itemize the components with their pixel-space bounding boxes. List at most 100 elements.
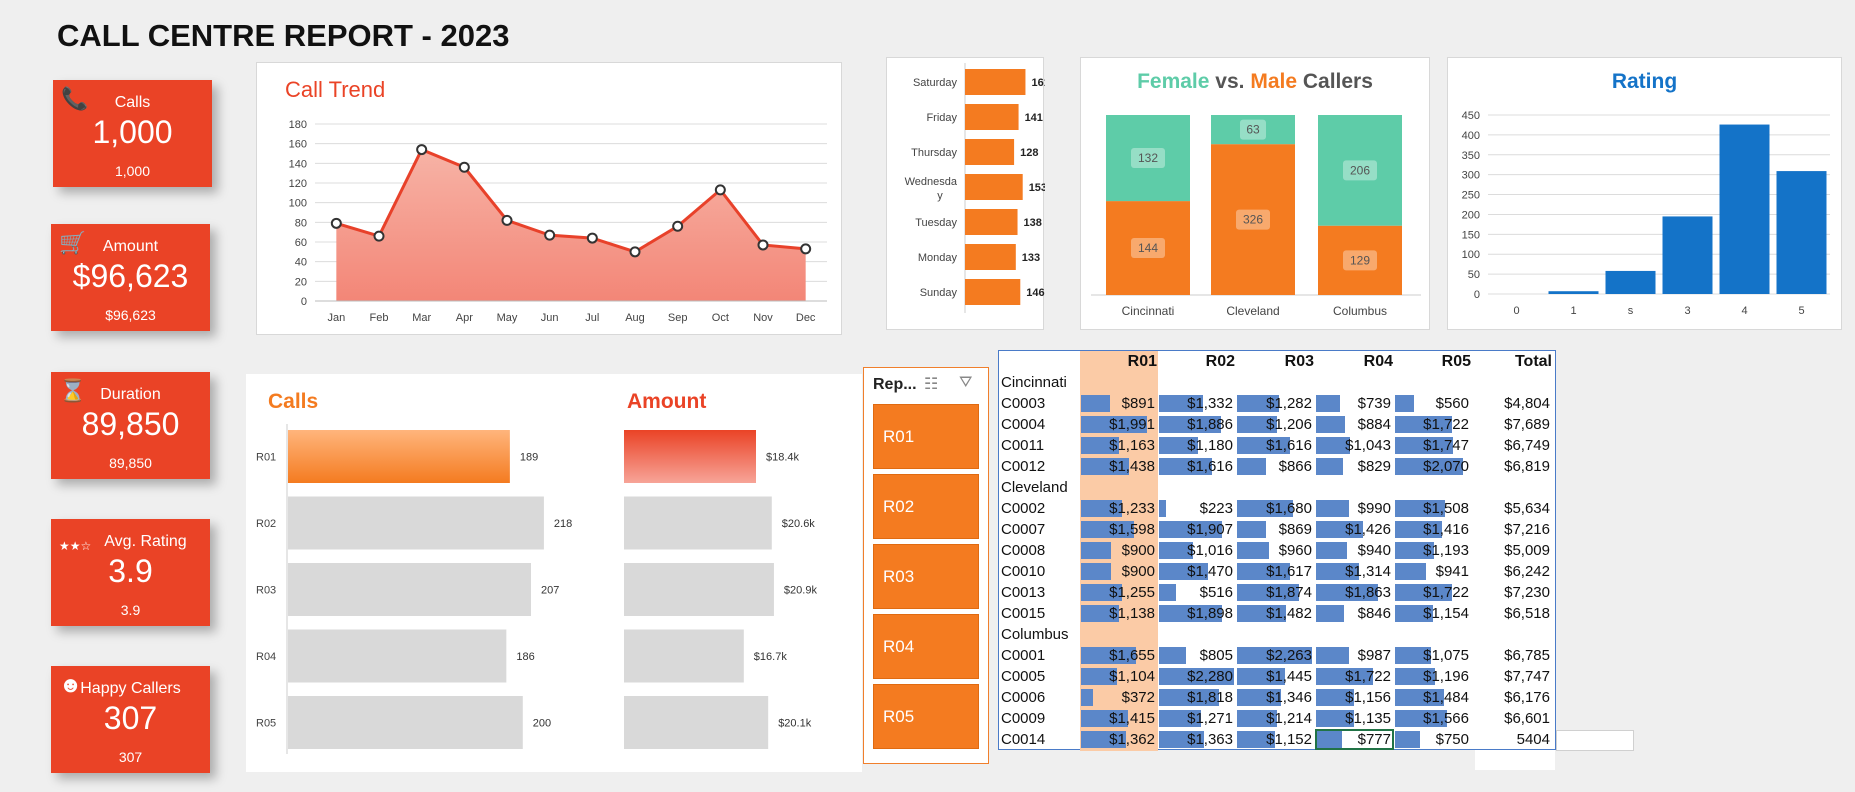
pivot-row-label[interactable]: C0005 <box>1001 666 1045 687</box>
pivot-cell[interactable]: $1,470 <box>1159 561 1233 582</box>
pivot-cell[interactable]: $1,016 <box>1159 540 1233 561</box>
pivot-row-label[interactable]: C0001 <box>1001 645 1045 666</box>
pivot-cell[interactable]: $869 <box>1238 519 1312 540</box>
pivot-total-cell[interactable]: $6,176 <box>1476 687 1550 708</box>
pivot-cell[interactable]: $866 <box>1238 456 1312 477</box>
pivot-cell[interactable]: $1,346 <box>1238 687 1312 708</box>
pivot-cell[interactable]: $1,043 <box>1317 435 1391 456</box>
pivot-cell[interactable]: $1,722 <box>1317 666 1391 687</box>
pivot-row-label[interactable]: C0007 <box>1001 519 1045 540</box>
pivot-cell[interactable]: $1,196 <box>1395 666 1469 687</box>
pivot-cell[interactable]: $846 <box>1317 603 1391 624</box>
pivot-header-r05[interactable]: R05 <box>1401 351 1471 372</box>
pivot-cell[interactable]: $1,508 <box>1395 498 1469 519</box>
kpi-card-calls[interactable]: 📞 Calls 1,000 1,000 <box>53 80 212 187</box>
pivot-cell[interactable]: $1,616 <box>1238 435 1312 456</box>
rating-panel[interactable]: Rating 0 50 100 150 200 250 300 350 400 450 0 1 s 3 4 5 <box>1447 57 1842 330</box>
rep-slicer[interactable]: Rep... ☷ ⛛ R01 R02 R03 R04 R05 <box>863 367 989 764</box>
pivot-group-cleveland[interactable]: Cleveland <box>1001 477 1068 498</box>
pivot-cell[interactable]: $1,152 <box>1238 729 1312 750</box>
pivot-cell[interactable]: $1,233 <box>1081 498 1155 519</box>
pivot-total-cell[interactable]: $6,819 <box>1476 456 1550 477</box>
pivot-cell[interactable]: $1,332 <box>1159 393 1233 414</box>
pivot-total-cell[interactable]: $6,242 <box>1476 561 1550 582</box>
pivot-cell[interactable]: $739 <box>1317 393 1391 414</box>
pivot-cell[interactable]: $1,104 <box>1081 666 1155 687</box>
pivot-cell[interactable]: $1,255 <box>1081 582 1155 603</box>
slicer-item-r04[interactable]: R04 <box>873 614 979 679</box>
pivot-cell[interactable]: $1,180 <box>1159 435 1233 456</box>
pivot-cell[interactable]: $1,482 <box>1238 603 1312 624</box>
pivot-header-total[interactable]: Total <box>1482 351 1552 372</box>
pivot-total-cell[interactable]: $5,634 <box>1476 498 1550 519</box>
pivot-cell[interactable]: $941 <box>1395 561 1469 582</box>
pivot-cell[interactable]: $891 <box>1081 393 1155 414</box>
pivot-cell[interactable]: $1,154 <box>1395 603 1469 624</box>
pivot-cell[interactable]: $1,416 <box>1395 519 1469 540</box>
kpi-card-happy-callers[interactable]: ☻ Happy Callers 307 307 <box>51 666 210 773</box>
slicer-item-r03[interactable]: R03 <box>873 544 979 609</box>
pivot-cell[interactable]: $1,445 <box>1238 666 1312 687</box>
pivot-cell[interactable]: $1,863 <box>1317 582 1391 603</box>
pivot-total-cell[interactable]: $6,518 <box>1476 603 1550 624</box>
pivot-cell[interactable]: $960 <box>1238 540 1312 561</box>
pivot-cell[interactable]: $1,415 <box>1081 708 1155 729</box>
pivot-total-cell[interactable]: $7,747 <box>1476 666 1550 687</box>
pivot-cell[interactable]: $1,722 <box>1395 414 1469 435</box>
pivot-group-columbus[interactable]: Columbus <box>1001 624 1069 645</box>
pivot-total-cell[interactable]: $7,230 <box>1476 582 1550 603</box>
pivot-total-cell[interactable]: $6,749 <box>1476 435 1550 456</box>
clear-filter-icon[interactable]: ⛛ <box>959 374 972 392</box>
pivot-cell[interactable]: $1,874 <box>1238 582 1312 603</box>
pivot-cell[interactable]: $1,566 <box>1395 708 1469 729</box>
pivot-cell[interactable]: $1,680 <box>1238 498 1312 519</box>
pivot-header-r03[interactable]: R03 <box>1244 351 1314 372</box>
pivot-total-cell[interactable]: $6,601 <box>1476 708 1550 729</box>
multi-select-icon[interactable]: ☷ <box>924 374 938 394</box>
pivot-total-cell[interactable]: $7,689 <box>1476 414 1550 435</box>
pivot-cell[interactable]: $1,991 <box>1081 414 1155 435</box>
pivot-cell[interactable]: $1,282 <box>1238 393 1312 414</box>
pivot-cell[interactable]: $750 <box>1395 729 1469 750</box>
pivot-cell[interactable]: $1,314 <box>1317 561 1391 582</box>
pivot-row-label[interactable]: C0003 <box>1001 393 1045 414</box>
pivot-cell[interactable]: $1,722 <box>1395 582 1469 603</box>
pivot-cell[interactable]: $884 <box>1317 414 1391 435</box>
pivot-cell[interactable]: $1,598 <box>1081 519 1155 540</box>
pivot-row-label[interactable]: C0012 <box>1001 456 1045 477</box>
pivot-row-label[interactable]: C0006 <box>1001 687 1045 708</box>
pivot-cell[interactable]: $2,280 <box>1159 666 1233 687</box>
pivot-cell[interactable]: $940 <box>1317 540 1391 561</box>
pivot-total-cell[interactable]: $7,216 <box>1476 519 1550 540</box>
kpi-card-avg-rating[interactable]: ★★☆ Avg. Rating 3.9 3.9 <box>51 519 210 626</box>
pivot-total-cell[interactable]: $6,785 <box>1476 645 1550 666</box>
pivot-cell[interactable]: $1,362 <box>1081 729 1155 750</box>
pivot-cell[interactable]: $1,747 <box>1395 435 1469 456</box>
pivot-table[interactable]: R01 R02 R03 R04 R05 Total Cincinnati C0003 $891 $… <box>998 350 1556 751</box>
pivot-row-label[interactable]: C0002 <box>1001 498 1045 519</box>
pivot-cell[interactable]: $2,070 <box>1395 456 1469 477</box>
pivot-row-label[interactable]: C0009 <box>1001 708 1045 729</box>
pivot-cell[interactable]: $1,438 <box>1081 456 1155 477</box>
pivot-cell[interactable]: $560 <box>1395 393 1469 414</box>
gender-panel[interactable]: Female vs. Male Callers 144 132 Cincinnati… <box>1080 57 1430 330</box>
pivot-total-cell[interactable]: 5404 <box>1476 729 1550 750</box>
pivot-cell[interactable]: $1,193 <box>1395 540 1469 561</box>
pivot-cell[interactable]: $805 <box>1159 645 1233 666</box>
pivot-cell[interactable]: $1,214 <box>1238 708 1312 729</box>
pivot-cell[interactable]: $1,271 <box>1159 708 1233 729</box>
pivot-row-label[interactable]: C0010 <box>1001 561 1045 582</box>
pivot-total-cell[interactable]: $4,804 <box>1476 393 1550 414</box>
pivot-row-label[interactable]: C0011 <box>1001 435 1044 456</box>
pivot-cell[interactable]: $372 <box>1081 687 1155 708</box>
pivot-cell[interactable]: $1,617 <box>1238 561 1312 582</box>
pivot-cell[interactable]: $1,135 <box>1317 708 1391 729</box>
pivot-cell[interactable]: $1,616 <box>1159 456 1233 477</box>
pivot-cell[interactable]: $1,484 <box>1395 687 1469 708</box>
pivot-cell[interactable]: $900 <box>1081 561 1155 582</box>
pivot-header-r04[interactable]: R04 <box>1323 351 1393 372</box>
pivot-cell[interactable]: $1,206 <box>1238 414 1312 435</box>
pivot-cell[interactable]: $1,363 <box>1159 729 1233 750</box>
pivot-cell[interactable]: $1,426 <box>1317 519 1391 540</box>
pivot-cell[interactable]: $900 <box>1081 540 1155 561</box>
